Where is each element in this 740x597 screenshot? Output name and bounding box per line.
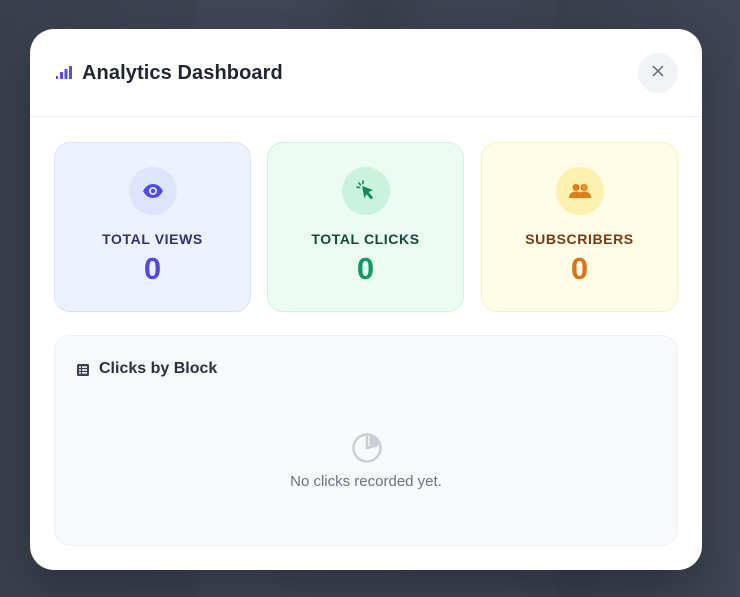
subscribers-value: 0 [570, 251, 589, 286]
modal-header: Analytics Dashboard [30, 29, 702, 117]
clicks-by-block-panel: Clicks by Block No clicks recorded yet. [54, 335, 678, 546]
eye-icon [129, 167, 177, 215]
total-views-label: TOTAL VIEWS [102, 231, 203, 247]
list-icon [77, 363, 89, 376]
close-button[interactable] [638, 53, 678, 93]
users-icon [556, 167, 604, 215]
total-views-value: 0 [143, 251, 162, 286]
close-icon [652, 64, 664, 82]
total-clicks-card: TOTAL CLICKS 0 [267, 142, 464, 312]
subscribers-label: SUBSCRIBERS [525, 231, 634, 247]
cursor-click-icon [342, 167, 390, 215]
pie-chart-icon [351, 432, 383, 464]
clicks-by-block-title: Clicks by Block [99, 360, 218, 377]
total-clicks-label: TOTAL CLICKS [311, 231, 420, 247]
bar-chart-icon [56, 66, 72, 80]
total-views-card: TOTAL VIEWS 0 [54, 142, 251, 312]
empty-state-message: No clicks recorded yet. [290, 473, 442, 490]
modal-title: Analytics Dashboard [82, 62, 283, 84]
analytics-modal: Analytics Dashboard TOTAL VIEWS 0 TOTAL … [30, 29, 702, 570]
subscribers-card: SUBSCRIBERS 0 [481, 142, 678, 312]
total-clicks-value: 0 [356, 251, 375, 286]
